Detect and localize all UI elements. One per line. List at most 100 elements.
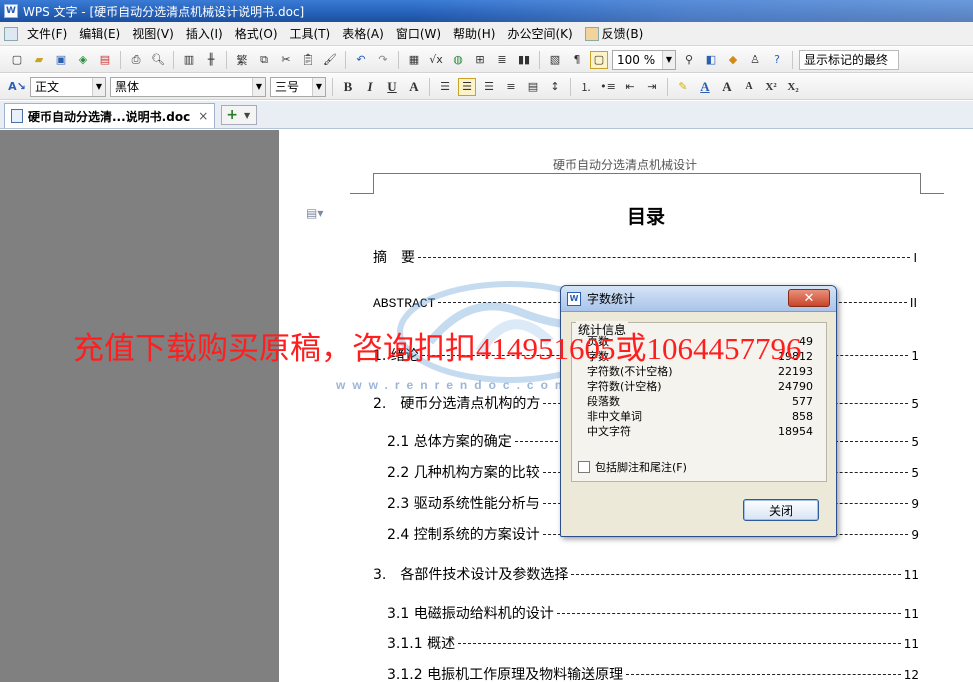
shrink-font-button[interactable]: A [740, 78, 758, 96]
show-marks-icon[interactable]: ¶ [568, 51, 586, 69]
redo-icon[interactable]: ↷ [374, 51, 392, 69]
menu-bar: 文件(F) 编辑(E) 视图(V) 插入(I) 格式(O) 工具(T) 表格(A… [0, 22, 973, 46]
font-select[interactable]: 黑体 ▼ [110, 76, 266, 97]
new-tab-button[interactable]: + ▼ [221, 105, 258, 125]
paste-icon[interactable]: 📋︎ [299, 51, 317, 69]
window-title: WPS 文字 - [硬币自动分选清点机械设计说明书.doc] [23, 4, 305, 19]
underline-button[interactable]: U [383, 78, 401, 96]
font-size-select[interactable]: 三号 ▼ [270, 76, 326, 97]
menu-window[interactable]: 窗口(W) [390, 24, 447, 44]
highlight-icon[interactable]: ✎ [674, 78, 692, 96]
font-color-button[interactable]: A [696, 78, 714, 96]
close-button[interactable]: 关闭 [743, 499, 819, 521]
new-document-icon[interactable]: ▢ [8, 51, 26, 69]
hyperlink-icon[interactable]: ◍ [449, 51, 467, 69]
menu-file[interactable]: 文件(F) [21, 24, 73, 44]
toc-entry[interactable]: 3.1.1 概述 11 [387, 633, 919, 653]
chart-icon[interactable]: ▮▮ [515, 51, 533, 69]
toc-leader [571, 574, 901, 575]
increase-indent-icon[interactable]: ⇥ [643, 78, 661, 96]
page-setup-icon[interactable]: ▥ [180, 51, 198, 69]
align-right-icon[interactable]: ☰ [480, 78, 498, 96]
include-footnotes-row[interactable]: 包括脚注和尾注(F) [578, 459, 687, 475]
open-folder-icon[interactable]: ▰ [30, 51, 48, 69]
align-center-icon[interactable]: ☰ [458, 77, 476, 96]
document-map-icon[interactable]: ▧ [546, 51, 564, 69]
find-icon[interactable]: ⚲ [680, 51, 698, 69]
spreadsheet-icon[interactable]: ▦ [405, 51, 423, 69]
stat-label: 字符数(计空格) [587, 380, 662, 393]
menu-feedback[interactable]: 反馈(B) [579, 24, 650, 44]
columns-icon[interactable]: ≣ [493, 51, 511, 69]
menu-help[interactable]: 帮助(H) [447, 24, 501, 44]
frame-toggle-icon[interactable]: ▢ [590, 50, 608, 69]
split-view-icon[interactable]: ╫ [202, 51, 220, 69]
toolbar-separator [667, 77, 668, 96]
stat-row: 字符数(计空格) 24790 [587, 380, 813, 394]
menu-office-space[interactable]: 办公空间(K) [501, 24, 578, 44]
insert-table-icon[interactable]: ⊞ [471, 51, 489, 69]
close-tab-icon[interactable]: × [198, 109, 208, 123]
menu-feedback-label: 反馈(B) [601, 27, 644, 41]
distributed-icon[interactable]: ▤ [524, 78, 542, 96]
char-border-button[interactable]: A [405, 78, 423, 96]
superscript-button[interactable]: X² [762, 78, 780, 96]
read-mode-icon[interactable]: ◧ [702, 51, 720, 69]
dialog-close-icon[interactable]: ✕ [788, 289, 830, 307]
style-value: 正文 [35, 80, 60, 94]
wps-app-icon[interactable]: W [4, 4, 18, 18]
numbering-icon[interactable]: ⒈ [577, 78, 595, 96]
bullets-icon[interactable]: •≡ [599, 78, 617, 96]
styles-icon[interactable]: A↘ [8, 78, 26, 96]
workspace-background [0, 130, 279, 682]
toc-entry[interactable]: 3. 各部件技术设计及参数选择 11 [373, 564, 919, 584]
format-painter-icon[interactable]: 🖌︎ [321, 51, 339, 69]
shirt-skin-icon[interactable]: ♙ [746, 51, 764, 69]
line-spacing-icon[interactable]: ↕ [546, 78, 564, 96]
bold-button[interactable]: B [339, 78, 357, 96]
traditional-chinese-icon[interactable]: 繁 [233, 51, 251, 69]
italic-button[interactable]: I [361, 78, 379, 96]
print-preview-icon[interactable]: 🔍︎ [149, 51, 167, 69]
cut-icon[interactable]: ✂ [277, 51, 295, 69]
template-icon[interactable]: ◆ [724, 51, 742, 69]
copy-icon[interactable]: ⧉ [255, 51, 273, 69]
toolbar-separator [332, 77, 333, 96]
print-icon[interactable]: ⎙ [127, 51, 145, 69]
toc-entry[interactable]: 3.1.2 电振机工作原理及物料输送原理 12 [387, 664, 919, 682]
document-menu-icon[interactable] [4, 26, 18, 41]
zoom-select[interactable]: 100 % ▼ [612, 49, 676, 70]
toolbar-separator [226, 50, 227, 69]
chevron-down-icon: ▼ [252, 77, 265, 96]
style-select[interactable]: 正文 ▼ [30, 76, 106, 97]
margin-mark [920, 193, 944, 194]
subscript-button[interactable]: X₂ [784, 78, 802, 96]
export-pdf-icon[interactable]: ▤ [96, 51, 114, 69]
save-as-icon[interactable]: ◈ [74, 51, 92, 69]
align-left-icon[interactable]: ☰ [436, 78, 454, 96]
toc-entry[interactable]: 摘 要I [373, 247, 917, 267]
menu-insert[interactable]: 插入(I) [180, 24, 229, 44]
formula-icon[interactable]: √x [427, 51, 445, 69]
menu-format[interactable]: 格式(O) [229, 24, 284, 44]
decrease-indent-icon[interactable]: ⇤ [621, 78, 639, 96]
grow-font-button[interactable]: A [718, 78, 736, 96]
save-icon[interactable]: ▣ [52, 51, 70, 69]
toc-page: 5 [911, 466, 919, 480]
include-footnotes-label: 包括脚注和尾注(F) [595, 461, 687, 474]
paragraph-options-icon[interactable]: ▤▾ [306, 206, 323, 220]
menu-edit[interactable]: 编辑(E) [73, 24, 126, 44]
menu-table[interactable]: 表格(A) [336, 24, 390, 44]
menu-view[interactable]: 视图(V) [126, 24, 180, 44]
plus-icon: + [226, 107, 238, 123]
include-footnotes-checkbox[interactable] [578, 461, 590, 473]
chevron-down-icon[interactable]: ▼ [244, 111, 250, 120]
document-tab[interactable]: 硬币自动分选清...说明书.doc × [4, 103, 216, 128]
toc-entry[interactable]: 3.1 电磁振动给料机的设计 11 [387, 603, 919, 623]
help-icon[interactable]: ? [768, 51, 786, 69]
markup-view-select[interactable]: 显示标记的最终 [799, 49, 899, 70]
toolbar-separator [345, 50, 346, 69]
menu-tools[interactable]: 工具(T) [284, 24, 337, 44]
justify-icon[interactable]: ≡ [502, 78, 520, 96]
undo-icon[interactable]: ↶ [352, 51, 370, 69]
